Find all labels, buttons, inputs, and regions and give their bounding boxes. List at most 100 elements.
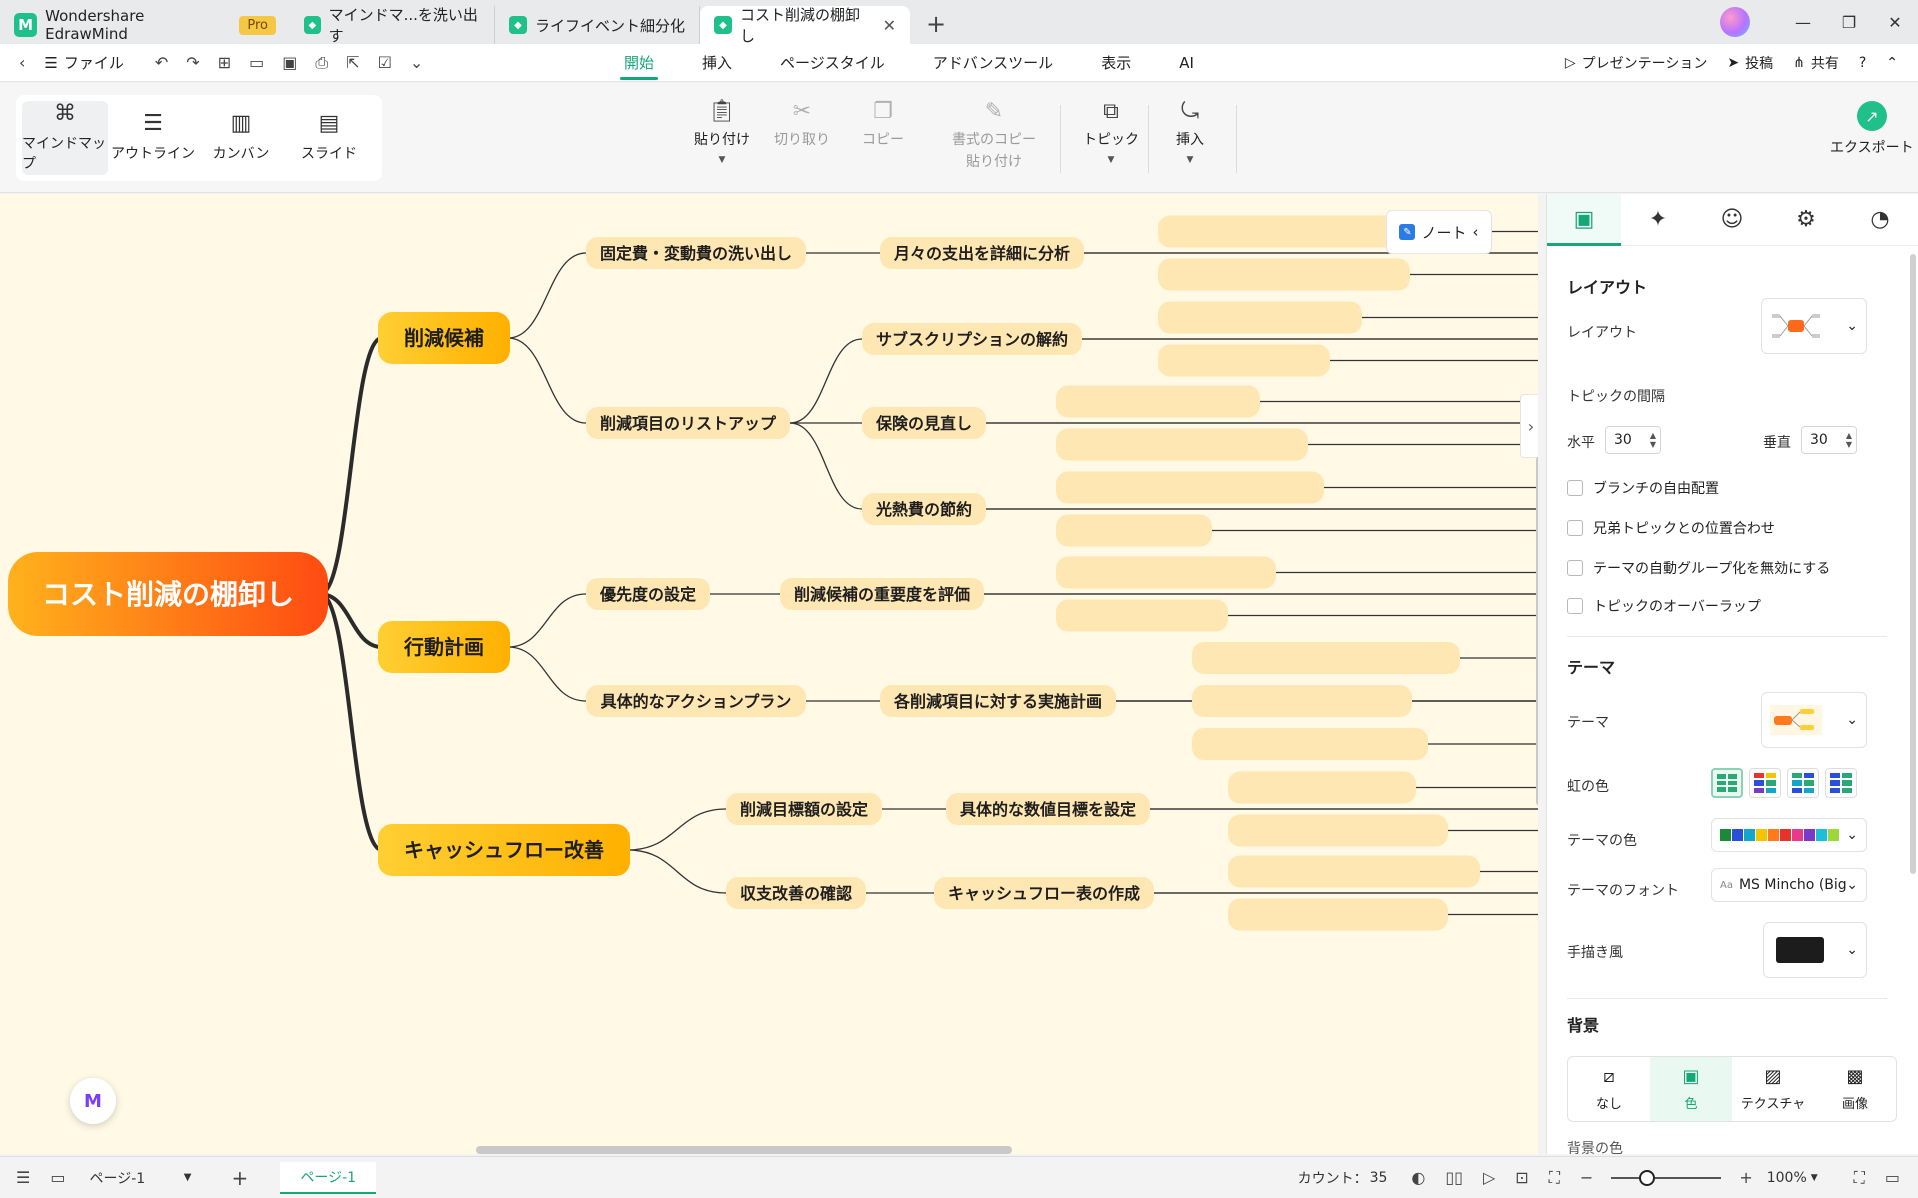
mindmap-canvas[interactable]: コスト削減の棚卸し削減候補固定費・変動費の洗い出し月々の支出を詳細に分析固定費：… (0, 194, 1538, 1154)
view-mindmap[interactable]: ⌘ マインドマップ (22, 101, 108, 175)
root-topic[interactable]: コスト削減の棚卸し (8, 552, 328, 636)
copy-button[interactable]: ❐ コピー (862, 101, 904, 149)
tab-start[interactable]: 開始 (600, 44, 678, 82)
export-button[interactable]: ↗ エクスポート (1830, 101, 1914, 157)
bg-color-option[interactable]: ▣ 色 (1650, 1057, 1732, 1121)
document-tab-active[interactable]: ◆ コスト削減の棚卸し ✕ (700, 6, 910, 45)
subtopic[interactable]: 削減目標額の設定 (726, 793, 882, 825)
horizontal-spacing-input[interactable]: 30 ▲ ▼ (1605, 426, 1661, 454)
presentation-button[interactable]: ▷ プレゼンテーション (1555, 53, 1718, 73)
save-icon[interactable]: ▣ (273, 53, 306, 72)
checkbox[interactable] (1567, 520, 1583, 536)
hand-drawn-select[interactable]: ⌄ (1763, 922, 1867, 978)
outline-toggle-icon[interactable]: ☰ (6, 1168, 40, 1187)
subtopic[interactable]: 固定費・変動費の洗い出し (586, 237, 806, 269)
main-topic[interactable]: 行動計画 (378, 621, 510, 673)
cut-button[interactable]: ✂ 切り取り (774, 101, 830, 149)
post-button[interactable]: ➤ 投稿 (1717, 53, 1783, 73)
rainbow-option-2[interactable] (1749, 768, 1781, 798)
view-slide[interactable]: ▤ スライド (286, 101, 372, 175)
view-outline[interactable]: ☰ アウトライン (110, 101, 196, 175)
tab-page-format[interactable]: ▣ (1547, 194, 1621, 246)
page-tab-active[interactable]: ページ-1 (280, 1161, 377, 1194)
rainbow-option-3[interactable] (1787, 768, 1819, 798)
checkbox[interactable] (1567, 560, 1583, 576)
close-tab-icon[interactable]: ✕ (883, 16, 896, 35)
collapse-panel-icon[interactable]: ▭ (1875, 1168, 1910, 1187)
view-kanban[interactable]: ▥ カンバン (198, 101, 284, 175)
subtopic[interactable]: 各削減項目に対する実施計画 (880, 685, 1116, 717)
fullscreen-icon[interactable]: ⛶ (1539, 1168, 1570, 1188)
new-icon[interactable]: ⊞ (209, 53, 240, 72)
tab-view[interactable]: 表示 (1077, 44, 1155, 82)
page-view-icon[interactable]: ▭ (40, 1168, 75, 1187)
share-button[interactable]: ⋔ 共有 (1783, 53, 1849, 73)
zoom-out-icon[interactable]: − (1570, 1168, 1603, 1187)
subtopic[interactable]: 光熱費の節約 (862, 493, 986, 525)
subtopic[interactable]: 削減候補の重要度を評価 (780, 578, 984, 610)
tab-insert[interactable]: 挿入 (678, 44, 756, 82)
tab-ai[interactable]: AI (1155, 44, 1218, 82)
undo-icon[interactable]: ↶ (146, 53, 177, 72)
layout-select[interactable]: ⌄ (1761, 298, 1867, 354)
more-icon[interactable]: ⌄ (401, 53, 432, 72)
horizontal-scrollbar[interactable] (476, 1146, 1012, 1154)
add-page-icon[interactable]: + (221, 1166, 258, 1190)
file-menu[interactable]: ☰ ファイル (34, 52, 133, 73)
subtopic[interactable]: 月々の支出を詳細に分析 (880, 237, 1084, 269)
subtopic[interactable]: サブスクリプションの解約 (862, 323, 1082, 355)
checkbox[interactable] (1567, 480, 1583, 496)
help-icon[interactable]: ? (1849, 55, 1876, 71)
fit-page-icon[interactable]: ⊡ (1505, 1168, 1538, 1187)
zoom-in-icon[interactable]: + (1729, 1168, 1762, 1187)
align-sibling-checkbox[interactable]: 兄弟トピックとの位置合わせ (1567, 518, 1775, 538)
tab-history[interactable]: ◔ (1843, 194, 1917, 246)
theme-font-select[interactable]: Aa MS Mincho (Big ⌄ (1711, 868, 1867, 902)
tab-icons[interactable]: ☺ (1695, 194, 1769, 246)
user-avatar[interactable] (1720, 7, 1750, 37)
rainbow-option-1[interactable] (1711, 768, 1743, 798)
paste-button[interactable]: 📋︎ 貼り付け ▼ (694, 101, 750, 166)
export-share-icon[interactable]: ⇱ (337, 53, 368, 72)
main-topic[interactable]: 削減候補 (378, 312, 510, 364)
subtopic[interactable]: 具体的な数値目標を設定 (946, 793, 1150, 825)
disable-autogroup-checkbox[interactable]: テーマの自動グループ化を無効にする (1567, 558, 1830, 578)
vertical-spacing-input[interactable]: 30 ▲ ▼ (1801, 426, 1857, 454)
topic-button[interactable]: ⧉ トピック ▼ (1083, 101, 1139, 166)
theme-toggle-icon[interactable]: ◐ (1401, 1168, 1435, 1187)
subtopic[interactable]: 保険の見直し (862, 407, 986, 439)
bg-texture-option[interactable]: ▨ テクスチャ (1732, 1057, 1814, 1121)
theme-select[interactable]: ⌄ (1761, 692, 1867, 748)
format-painter-button[interactable]: ✎ 書式のコピー 貼り付け (952, 101, 1036, 171)
book-icon[interactable]: ▯▯ (1435, 1168, 1473, 1187)
free-branch-checkbox[interactable]: ブランチの自由配置 (1567, 478, 1719, 498)
tab-advanced-tools[interactable]: アドバンスツール (909, 44, 1077, 82)
panel-collapse-button[interactable]: › (1520, 394, 1538, 458)
checkbox[interactable] (1567, 598, 1583, 614)
close-window-icon[interactable]: ✕ (1872, 13, 1918, 32)
main-topic[interactable]: キャッシュフロー改善 (378, 824, 630, 876)
play-icon[interactable]: ▷ (1473, 1168, 1505, 1187)
rainbow-option-4[interactable] (1825, 768, 1857, 798)
collapse-ribbon-icon[interactable]: ⌃ (1876, 55, 1908, 71)
new-tab-button[interactable]: + (926, 10, 946, 44)
vertical-scrollbar[interactable] (1536, 456, 1538, 806)
subtopic[interactable]: 優先度の設定 (586, 578, 710, 610)
tab-ai-style[interactable]: ✦ (1621, 194, 1695, 246)
subtopic[interactable]: キャッシュフロー表の作成 (934, 877, 1154, 909)
redo-icon[interactable]: ↷ (177, 53, 208, 72)
ai-assistant-button[interactable]: M (70, 1078, 116, 1124)
tab-theme-settings[interactable]: ⚙ (1769, 194, 1843, 246)
note-button[interactable]: ✎ ノート ‹ (1386, 210, 1492, 254)
theme-color-select[interactable]: ⌄ (1711, 818, 1867, 852)
restore-icon[interactable]: ❐ (1826, 13, 1872, 32)
document-tab[interactable]: ◆ ライフイベント細分化 (495, 6, 700, 44)
document-tab[interactable]: ◆ マインドマ...を洗い出す (290, 6, 495, 45)
fit-screen-icon[interactable]: ⛶ (1844, 1168, 1875, 1188)
zoom-slider[interactable] (1611, 1169, 1722, 1186)
subtopic[interactable]: 収支改善の確認 (726, 877, 866, 909)
app-tab[interactable]: M Wondershare EdrawMind Pro (0, 6, 290, 44)
minimize-icon[interactable]: — (1780, 13, 1826, 32)
back-icon[interactable]: ‹ (10, 53, 34, 72)
topic-overlap-checkbox[interactable]: トピックのオーバーラップ (1567, 596, 1761, 616)
